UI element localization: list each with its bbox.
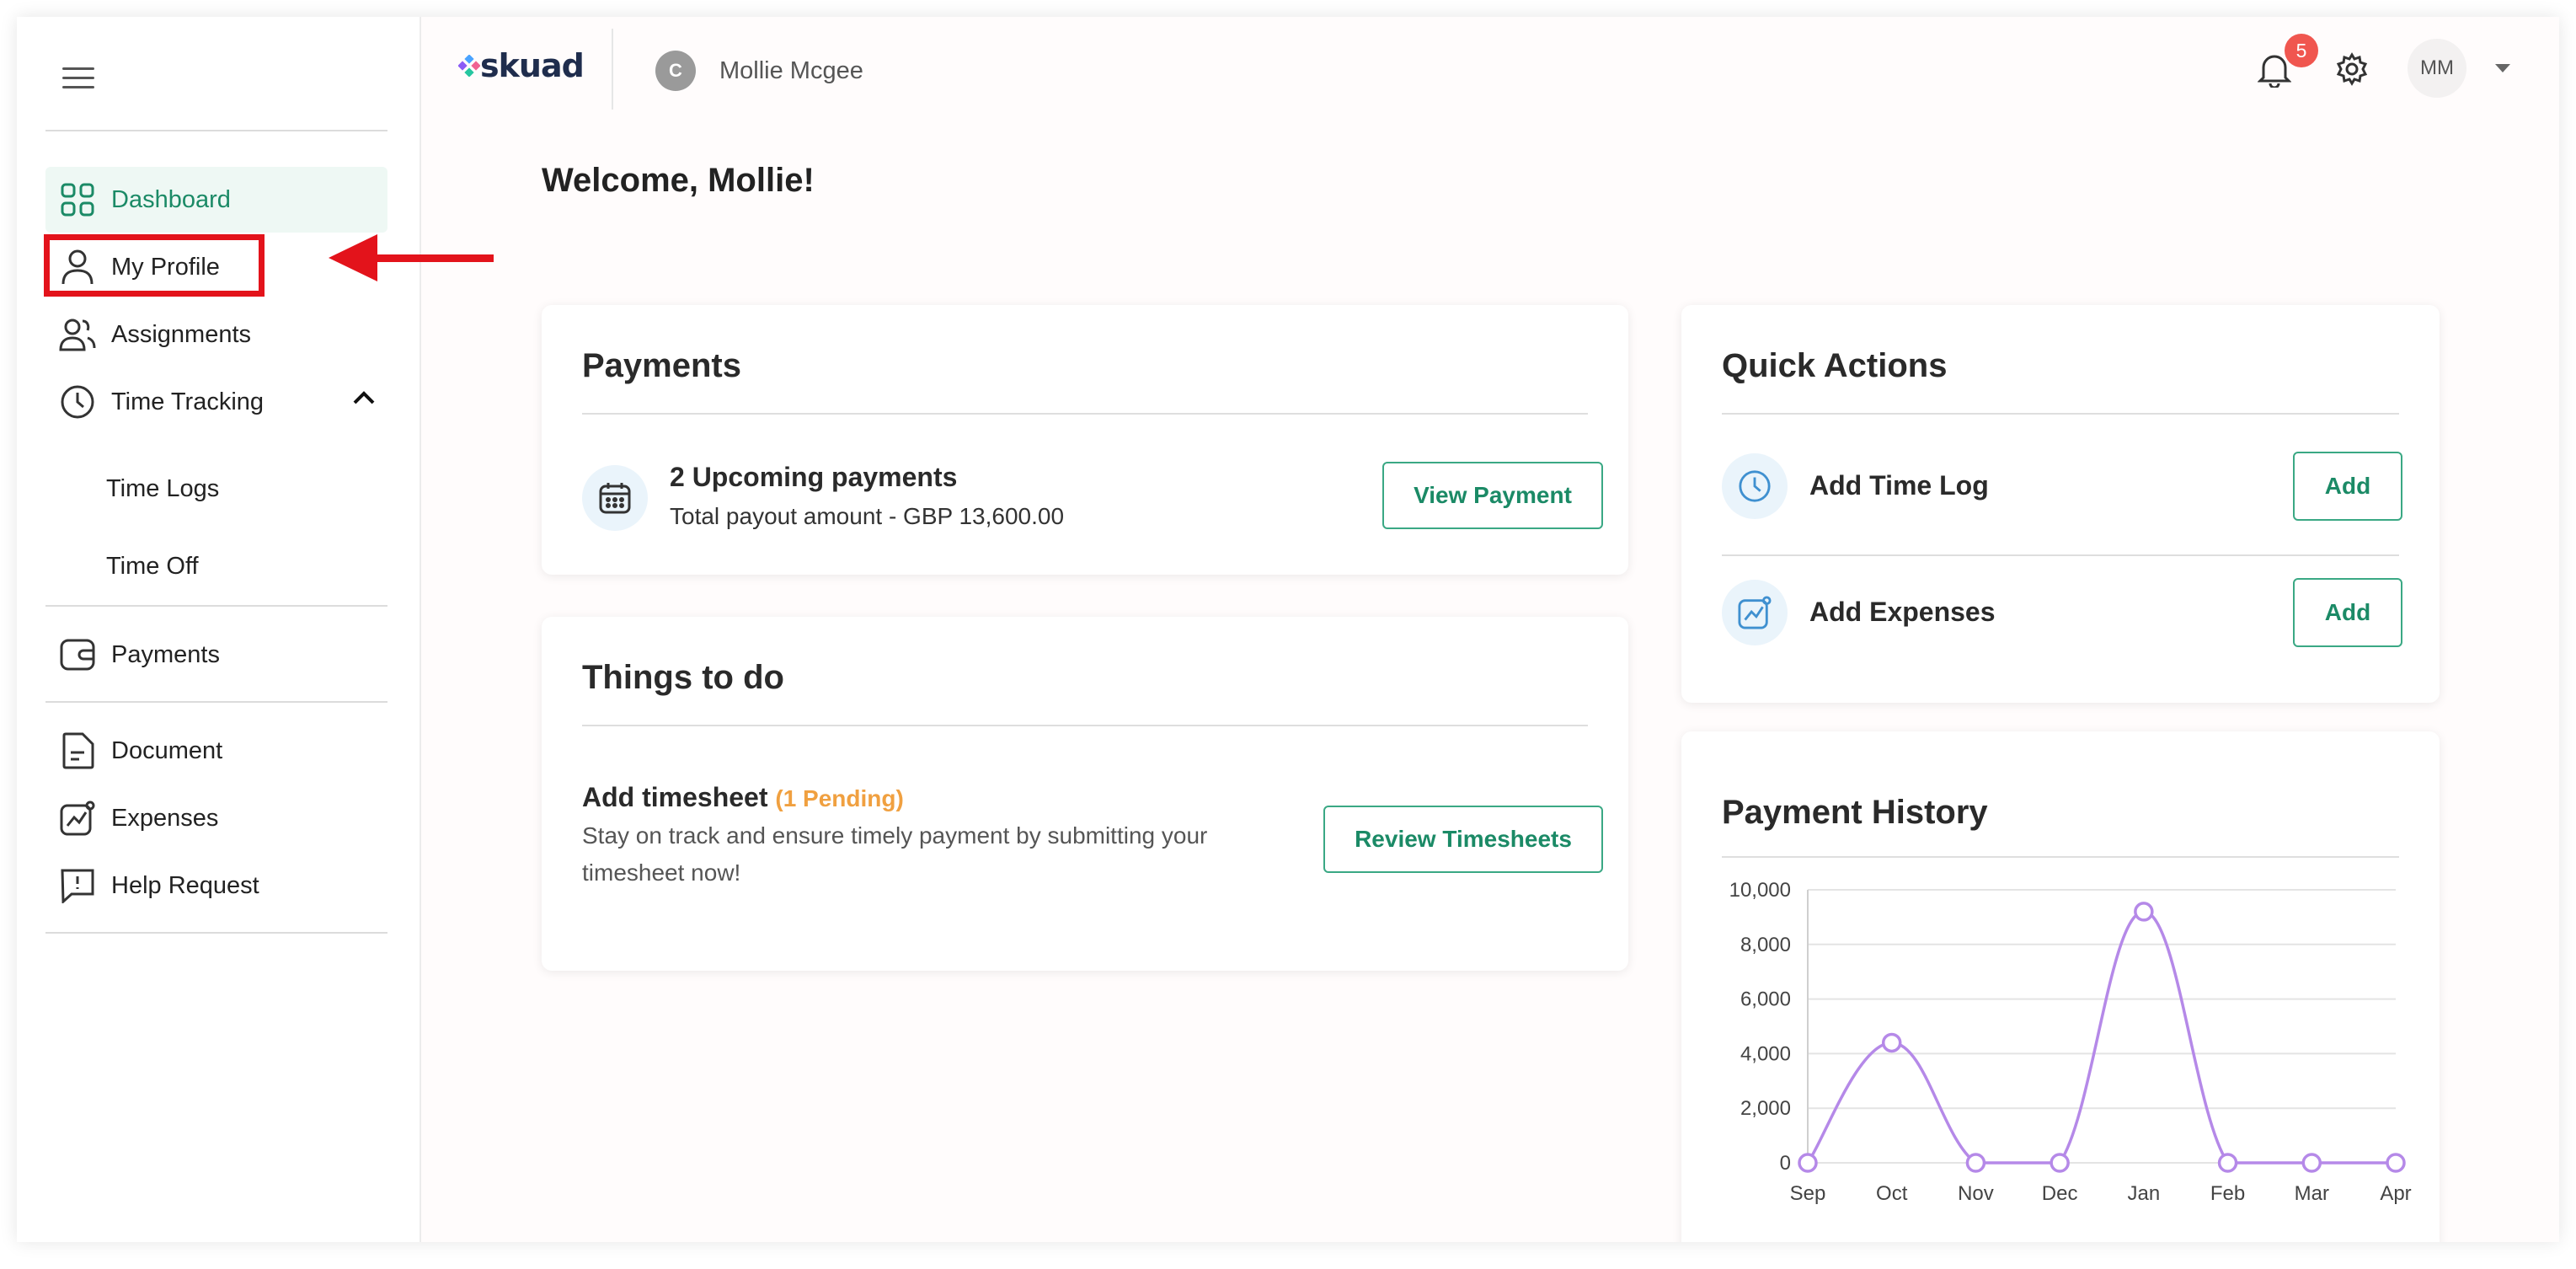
y-tick-label: 10,000 (1729, 879, 1791, 902)
x-tick-label: Nov (1958, 1182, 1994, 1205)
things-to-do-title: Things to do (582, 659, 784, 696)
upcoming-payments-label: 2 Upcoming payments (670, 462, 958, 492)
calendar-icon (599, 483, 631, 514)
x-tick-label: Jan (2128, 1182, 2161, 1205)
chevron-down-icon[interactable] (2495, 64, 2510, 72)
sidebar-item-label: Dashboard (111, 185, 231, 213)
logo-diamond-icon (458, 55, 480, 77)
org-name: Mollie Mcgee (719, 56, 863, 84)
quick-action-label: Add Expenses (1809, 597, 1996, 627)
logo-text: skuad (480, 47, 585, 84)
pending-count: (1 Pending) (775, 785, 904, 811)
dashboard-grid-icon (59, 181, 96, 218)
quick-action-label: Add Time Log (1809, 470, 1989, 501)
sidebar-subitem-time-off[interactable]: Time Off (106, 553, 199, 581)
todo-description: Stay on track and ensure timely payment … (582, 822, 1208, 886)
sidebar-item-dashboard[interactable]: Dashboard (45, 167, 387, 233)
add-expenses-button[interactable]: Add (2293, 578, 2402, 647)
things-to-do-card: Things to do Add timesheet (1 Pending) S… (542, 617, 1628, 971)
sidebar: Dashboard My Profile Assignments Time Tr… (17, 17, 421, 1242)
sidebar-item-label: Time Tracking (111, 388, 265, 415)
y-tick-label: 8,000 (1740, 934, 1791, 956)
wallet-icon (59, 636, 96, 673)
sidebar-item-label: Assignments (111, 320, 252, 348)
sidebar-item-payments[interactable]: Payments (45, 622, 387, 688)
sidebar-divider (45, 701, 387, 703)
quick-actions-card: Quick Actions Add Time Log Add Add Expen… (1681, 305, 2440, 703)
view-payment-button[interactable]: View Payment (1382, 462, 1603, 529)
annotation-arrow-icon (329, 234, 494, 281)
sidebar-item-label: Expenses (111, 804, 219, 832)
user-avatar[interactable]: MM (2408, 39, 2466, 98)
data-point (2050, 1153, 2070, 1173)
clock-icon (59, 383, 96, 420)
help-chat-icon (59, 867, 96, 904)
skuad-logo[interactable]: skuad (458, 47, 585, 84)
sidebar-subitem-time-logs[interactable]: Time Logs (106, 475, 219, 503)
x-tick-label: Feb (2210, 1182, 2245, 1205)
sidebar-item-help-request[interactable]: Help Request (45, 853, 387, 918)
card-divider (582, 725, 1588, 726)
payments-card: Payments 2 Upcoming payments Total payou… (542, 305, 1628, 575)
hamburger-menu-icon[interactable] (62, 67, 94, 91)
card-divider (1722, 413, 2399, 415)
data-point (1881, 1032, 1902, 1053)
sidebar-item-label: Help Request (111, 871, 259, 899)
time-log-icon-circle (1722, 453, 1788, 519)
sidebar-divider (45, 605, 387, 607)
sidebar-item-label: Payments (111, 640, 220, 668)
page-title: Welcome, Mollie! (542, 162, 815, 199)
org-avatar: C (655, 51, 696, 91)
x-tick-label: Dec (2042, 1182, 2078, 1205)
y-tick-label: 6,000 (1740, 988, 1791, 1011)
org-switcher[interactable]: C Mollie Mcgee (655, 51, 863, 91)
payment-history-card: Payment History 0 2,000 4,000 6,000 8,000 10,… (1681, 731, 2440, 1242)
x-tick-label: Oct (1876, 1182, 1908, 1205)
payments-card-title: Payments (582, 347, 741, 384)
sidebar-divider (45, 932, 387, 934)
sidebar-item-expenses[interactable]: Expenses (45, 785, 387, 851)
notification-badge: 5 (2285, 34, 2318, 67)
data-point (2134, 902, 2154, 922)
todo-item-title: Add timesheet (1 Pending) (582, 782, 904, 813)
review-timesheets-button[interactable]: Review Timesheets (1323, 806, 1603, 873)
x-tick-label: Sep (1790, 1182, 1826, 1205)
chart-icon (59, 800, 96, 837)
clock-icon (1739, 470, 1771, 502)
total-payout-amount: Total payout amount - GBP 13,600.00 (670, 503, 1065, 529)
app-window: Dashboard My Profile Assignments Time Tr… (17, 17, 2559, 1242)
gear-icon[interactable] (2335, 52, 2369, 90)
payment-history-chart: 0 2,000 4,000 6,000 8,000 10,000 Sep Oct Nov Dec J… (1729, 879, 2412, 1205)
data-point (2301, 1153, 2322, 1173)
sidebar-item-time-tracking[interactable]: Time Tracking (45, 369, 387, 435)
add-time-log-button[interactable]: Add (2293, 452, 2402, 521)
todo-item-label: Add timesheet (582, 782, 768, 812)
card-divider (582, 413, 1588, 415)
sidebar-divider (45, 130, 387, 131)
data-point (2386, 1153, 2406, 1173)
card-divider (1722, 554, 2399, 556)
chart-icon (1738, 596, 1772, 629)
data-point (2217, 1153, 2238, 1173)
quick-actions-title: Quick Actions (1722, 347, 1948, 384)
x-tick-label: Mar (2295, 1182, 2329, 1205)
users-icon (59, 316, 96, 353)
expenses-icon-circle (1722, 580, 1788, 645)
sidebar-item-document[interactable]: Document (45, 718, 387, 784)
sidebar-item-assignments[interactable]: Assignments (45, 302, 387, 367)
highlight-box (44, 234, 265, 297)
y-tick-label: 0 (1780, 1152, 1791, 1175)
calendar-icon-circle (582, 465, 648, 531)
header-divider (612, 29, 613, 110)
document-icon (59, 732, 96, 769)
x-tick-label: Apr (2380, 1182, 2411, 1205)
y-tick-label: 4,000 (1740, 1042, 1791, 1065)
data-point (1965, 1153, 1986, 1173)
chevron-up-icon[interactable] (352, 389, 376, 410)
sidebar-item-label: Document (111, 736, 223, 764)
y-tick-label: 2,000 (1740, 1097, 1791, 1120)
data-point (1798, 1153, 1818, 1173)
